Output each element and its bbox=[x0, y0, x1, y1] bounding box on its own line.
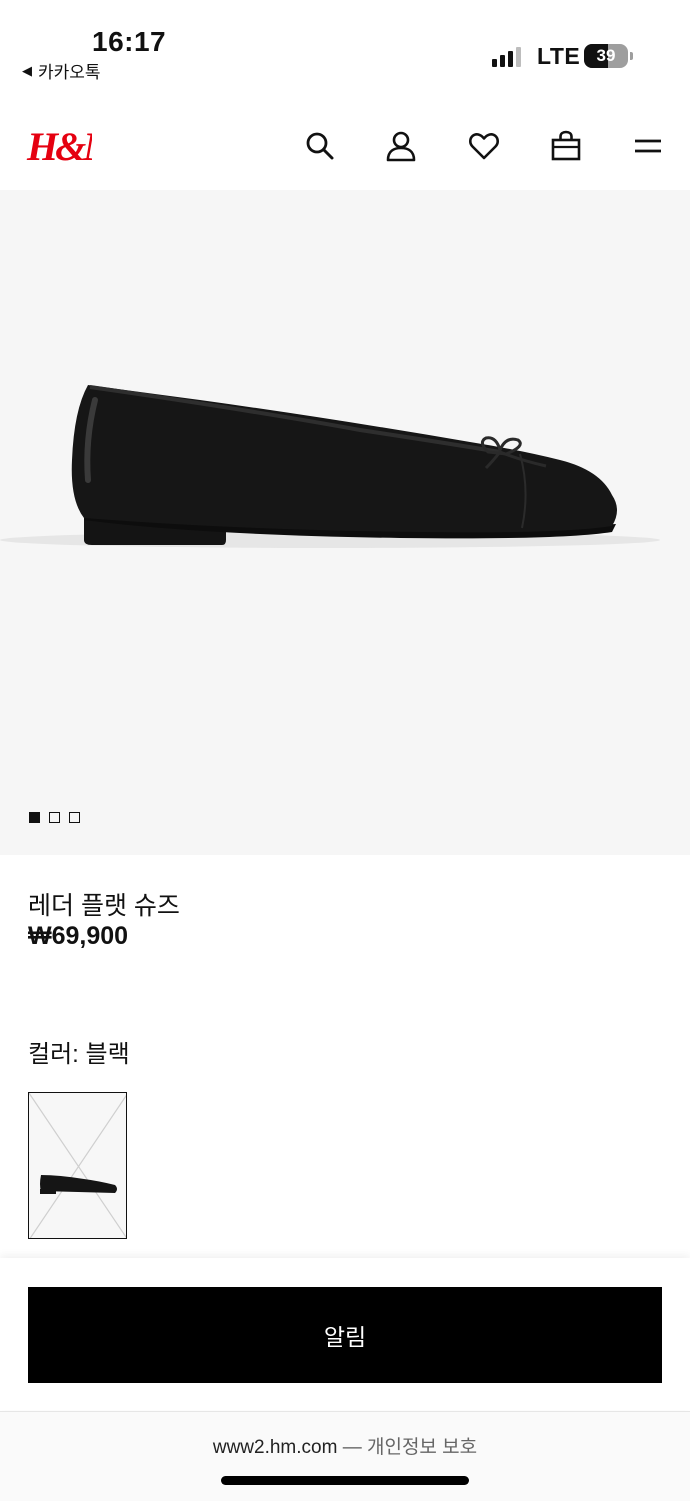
url-domain[interactable]: www2.hm.com bbox=[213, 1437, 338, 1458]
heart-icon bbox=[468, 133, 500, 160]
product-image-carousel[interactable] bbox=[0, 190, 690, 855]
back-to-app-link[interactable]: ◀ 카카오톡 bbox=[22, 58, 101, 83]
notify-me-button[interactable]: 알림 bbox=[28, 1287, 662, 1383]
menu-icon bbox=[635, 139, 661, 153]
swatch-thumbnail bbox=[29, 1093, 126, 1238]
back-arrow-icon: ◀ bbox=[22, 62, 32, 78]
svg-text:H&M: H&M bbox=[26, 124, 92, 168]
browser-url-bar[interactable]: www2.hm.com — 개인정보 보호 bbox=[0, 1411, 690, 1501]
battery-level: 39 bbox=[596, 46, 616, 65]
search-button[interactable] bbox=[304, 130, 336, 162]
color-label: 컬러: 블랙 bbox=[28, 1041, 130, 1068]
image-pager[interactable] bbox=[29, 812, 80, 823]
pager-dot[interactable] bbox=[49, 812, 60, 823]
home-indicator[interactable] bbox=[221, 1476, 469, 1485]
privacy-label[interactable]: 개인정보 보호 bbox=[367, 1437, 477, 1458]
signal-icon bbox=[492, 45, 521, 67]
menu-button[interactable] bbox=[632, 130, 664, 162]
network-type: LTE bbox=[537, 43, 581, 69]
status-bar: 16:17 ◀ 카카오톡 LTE 39 bbox=[0, 0, 690, 100]
site-header: H&M bbox=[0, 100, 690, 190]
bottom-action-panel: 알림 bbox=[0, 1258, 690, 1410]
hm-logo-icon: H&M bbox=[26, 124, 123, 169]
shopping-bag-button[interactable] bbox=[550, 130, 582, 162]
product-name: 레더 플랫 슈즈 bbox=[28, 892, 180, 920]
favorites-button[interactable] bbox=[468, 130, 500, 162]
bag-icon bbox=[551, 130, 581, 161]
product-price: ₩69,900 bbox=[28, 922, 129, 950]
battery-icon: 39 bbox=[584, 44, 628, 68]
url-line: www2.hm.com — 개인정보 보호 bbox=[0, 1432, 690, 1459]
search-icon bbox=[306, 132, 334, 160]
pager-dot[interactable] bbox=[69, 812, 80, 823]
url-separator: — bbox=[342, 1437, 362, 1458]
account-button[interactable] bbox=[385, 130, 417, 162]
pager-dot[interactable] bbox=[29, 812, 40, 823]
brand-logo[interactable]: H&M bbox=[26, 124, 123, 169]
battery-tip bbox=[630, 52, 633, 60]
product-photo bbox=[0, 385, 660, 548]
color-swatch-black[interactable] bbox=[28, 1092, 127, 1239]
account-icon bbox=[386, 131, 416, 162]
status-time: 16:17 bbox=[92, 26, 167, 57]
back-app-label: 카카오톡 bbox=[38, 63, 101, 82]
